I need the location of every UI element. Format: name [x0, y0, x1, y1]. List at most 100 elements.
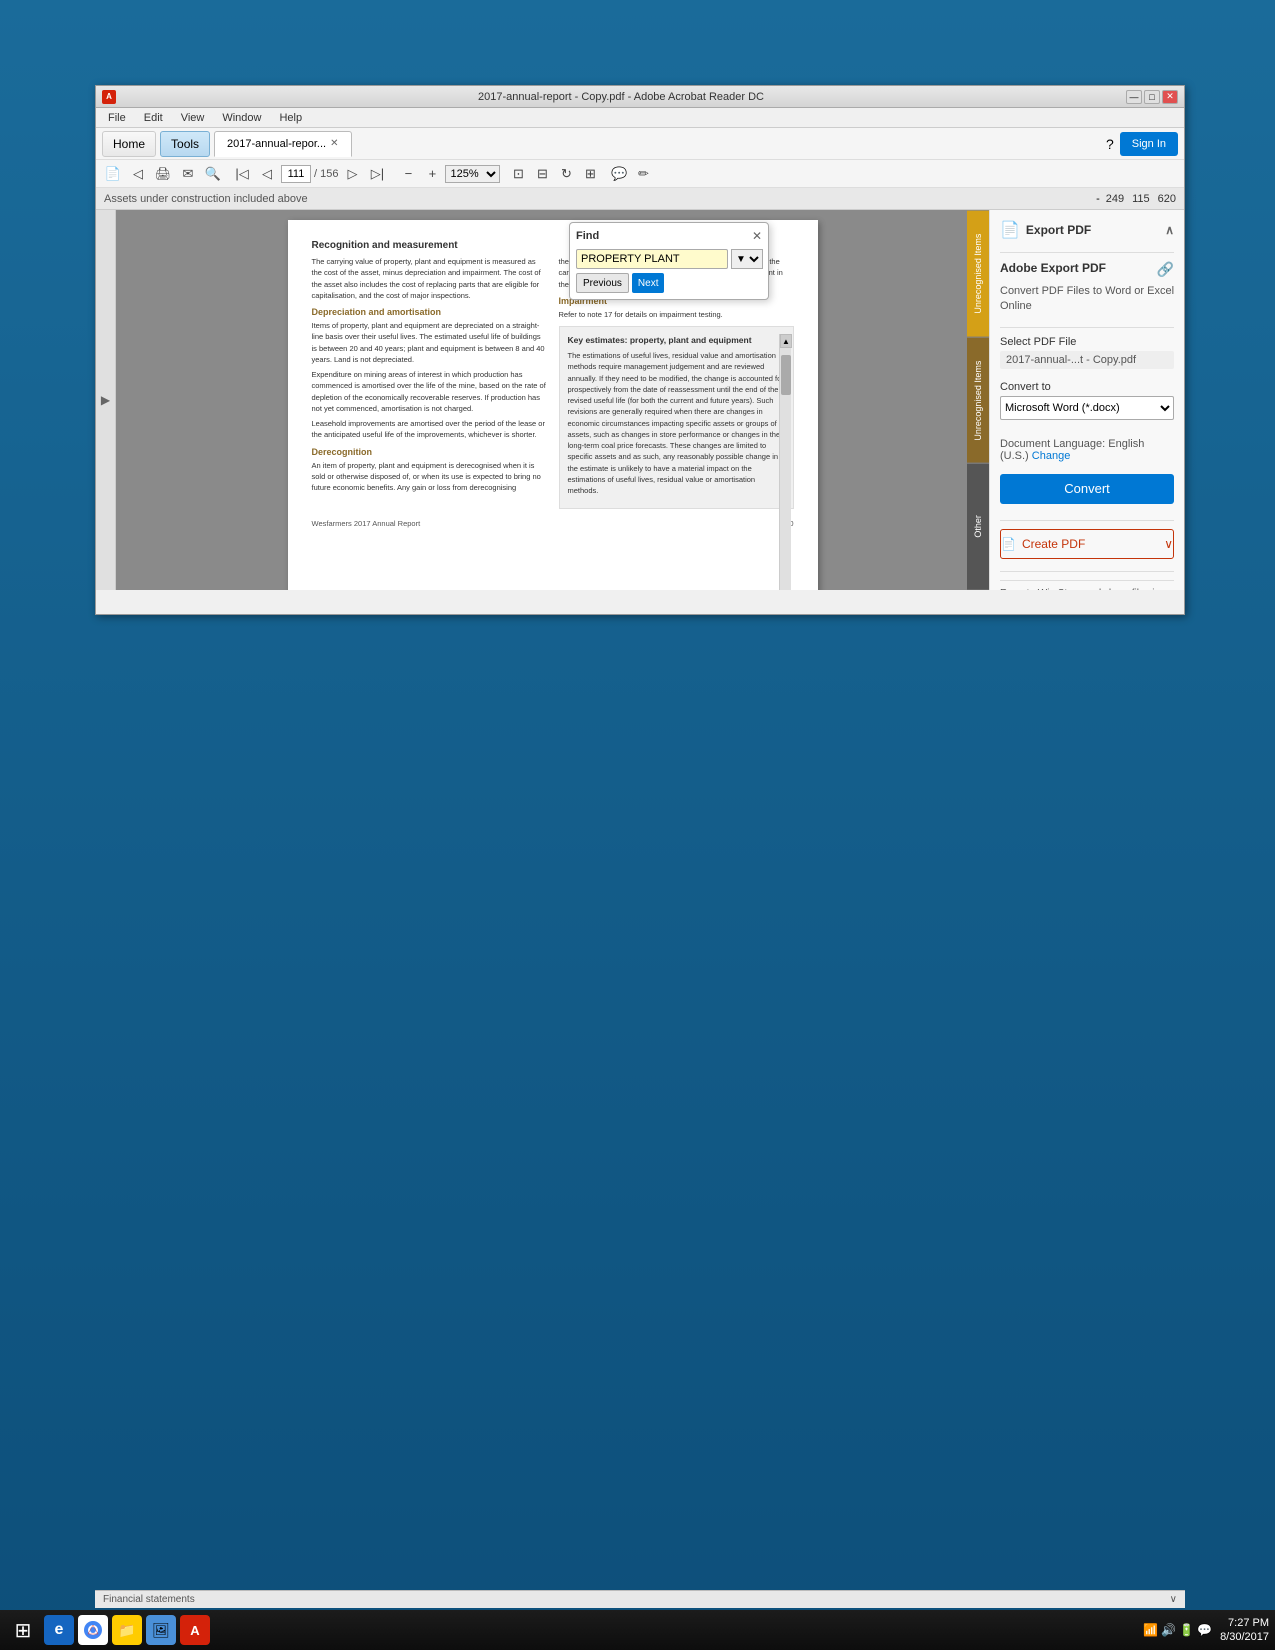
page-total-label: / 156 [314, 168, 338, 180]
rotate-icon[interactable]: ↻ [555, 163, 577, 185]
pdf-area: Find ✕ ▼ Previous Next [116, 210, 989, 590]
comment-icon[interactable]: 💬 [608, 163, 630, 185]
create-pdf-section: 📄 Create PDF ∨ [1000, 529, 1174, 559]
desktop: A 2017-annual-report - Copy.pdf - Adobe … [0, 0, 1275, 1650]
taskbar-adobe-icon[interactable]: A [180, 1615, 210, 1645]
previous-page-icon[interactable]: ◁ [127, 163, 149, 185]
tools-button[interactable]: Tools [160, 131, 210, 157]
scroll-thumb[interactable] [781, 355, 791, 395]
pdf-body-5: An item of property, plant and equipment… [312, 460, 547, 494]
adobe-export-title: Adobe Export PDF [1000, 261, 1106, 275]
find-input[interactable] [576, 249, 728, 269]
menu-edit[interactable]: Edit [136, 110, 171, 126]
close-button[interactable]: ✕ [1162, 90, 1178, 104]
menu-file[interactable]: File [100, 110, 134, 126]
signature-icon[interactable]: ✏ [632, 163, 654, 185]
help-icon[interactable]: ? [1106, 136, 1114, 152]
taskbar-explorer-icon[interactable]: 📁 [112, 1615, 142, 1645]
panel-divider-1 [1000, 252, 1174, 253]
pdf-tab[interactable]: 2017-annual-repor... ✕ [214, 131, 351, 157]
find-previous-button[interactable]: Previous [576, 273, 629, 293]
left-margin: ▶ [96, 210, 116, 590]
find-close-icon[interactable]: ✕ [752, 229, 762, 243]
first-page-icon[interactable]: |◁ [231, 163, 253, 185]
taskbar-battery-icon: 🔋 [1179, 1623, 1194, 1637]
menu-help[interactable]: Help [271, 110, 310, 126]
convert-to-label: Convert to [1000, 381, 1174, 393]
maximize-button[interactable]: □ [1144, 90, 1160, 104]
home-button[interactable]: Home [102, 131, 156, 157]
new-document-icon[interactable]: 📄 [102, 163, 124, 185]
zoom-out-icon[interactable]: − [397, 163, 419, 185]
find-bar-header: Find ✕ [576, 229, 762, 243]
pdf-section-derecognition: Derecognition [312, 447, 547, 457]
select-pdf-section: Select PDF File 2017-annual-...t - Copy.… [1000, 336, 1174, 369]
minimize-button[interactable]: — [1126, 90, 1142, 104]
pdf-body-2: Items of property, plant and equipment a… [312, 320, 547, 365]
pdf-body-1: The carrying value of property, plant an… [312, 256, 547, 301]
fit-width-icon[interactable]: ⊡ [507, 163, 529, 185]
pdf-body-right-2: Refer to note 17 for details on impairme… [559, 309, 794, 320]
start-button[interactable]: ⊞ [6, 1614, 40, 1646]
next-page-icon[interactable]: ▷ [341, 163, 363, 185]
taskbar-time-value: 7:27 PM [1220, 1616, 1269, 1630]
pdf-body-3: Expenditure on mining areas of interest … [312, 369, 547, 414]
scroll-up-button[interactable]: ▲ [780, 334, 792, 348]
title-bar: A 2017-annual-report - Copy.pdf - Adobe … [96, 86, 1184, 108]
zoom-in-icon[interactable]: + [421, 163, 443, 185]
doc-lang-label: Document Language: [1000, 438, 1105, 450]
taskbar-ie-icon[interactable]: e [44, 1615, 74, 1645]
find-next-button[interactable]: Next [632, 273, 665, 293]
find-buttons: Previous Next [576, 273, 762, 293]
panel-collapse-icon[interactable]: ∧ [1165, 223, 1174, 237]
vtab-unrecognised2[interactable]: Unrecognised Items [967, 337, 989, 464]
menu-bar: File Edit View Window Help [96, 108, 1184, 128]
doc-lang-section: Document Language: English (U.S.) Change [1000, 438, 1174, 462]
taskbar-network-icon: 📶 [1143, 1623, 1158, 1637]
marquee-zoom-icon[interactable]: ⊞ [579, 163, 601, 185]
menu-window[interactable]: Window [214, 110, 269, 126]
panel-divider-3 [1000, 520, 1174, 521]
adobe-export-link-icon[interactable]: 🔗 [1157, 261, 1174, 278]
window-controls: — □ ✕ [1126, 90, 1178, 104]
find-options-dropdown[interactable]: ▼ [731, 249, 763, 269]
menu-view[interactable]: View [173, 110, 213, 126]
nav-num-1: 249 [1106, 193, 1124, 205]
navigation-bar: Assets under construction included above… [96, 188, 1184, 210]
tab-close-icon[interactable]: ✕ [330, 138, 338, 149]
sign-in-button[interactable]: Sign In [1120, 132, 1178, 156]
vtab-other[interactable]: Other [967, 463, 989, 590]
adobe-export-desc: Convert PDF Files to Word or Excel Onlin… [1000, 284, 1174, 315]
taskbar: ⊞ e 📁 🖼 A 📶 🔊 🔋 💬 [0, 1610, 1275, 1650]
pdf-col-left: The carrying value of property, plant an… [312, 256, 547, 509]
taskbar-photos-icon[interactable]: 🖼 [146, 1615, 176, 1645]
prev-page-icon[interactable]: ◁ [256, 163, 278, 185]
create-pdf-icon: 📄 [1001, 537, 1016, 551]
nav-num-3: 620 [1158, 193, 1176, 205]
vtab-unrecognised[interactable]: Unrecognised Items [967, 210, 989, 337]
status-scroll-down[interactable]: ∨ [1170, 1594, 1177, 1605]
print-icon[interactable]: 🖨 [152, 163, 174, 185]
last-page-icon[interactable]: ▷| [366, 163, 388, 185]
promo-section: Remote Win Store and share files in the … [1000, 580, 1174, 590]
email-icon[interactable]: ✉ [177, 163, 199, 185]
nav-dash: - [1096, 193, 1100, 205]
change-lang-link[interactable]: Change [1032, 450, 1071, 462]
search-icon[interactable]: 🔍 [202, 163, 224, 185]
panel-divider-2 [1000, 327, 1174, 328]
convert-button[interactable]: Convert [1000, 474, 1174, 504]
zoom-select[interactable]: 125% 100% 75% 150% [445, 165, 500, 183]
taskbar-date-value: 8/30/2017 [1220, 1630, 1269, 1644]
taskbar-clock: 7:27 PM 8/30/2017 [1220, 1616, 1269, 1645]
page-number-input[interactable] [281, 165, 311, 183]
window-title: 2017-annual-report - Copy.pdf - Adobe Ac… [116, 91, 1126, 103]
left-arrow-icon[interactable]: ▶ [101, 393, 110, 407]
create-pdf-chevron: ∨ [1164, 537, 1173, 551]
export-pdf-section: 📄 Export PDF ∧ [1000, 220, 1174, 240]
convert-format-dropdown[interactable]: Microsoft Word (*.docx) [1000, 396, 1174, 420]
create-pdf-button[interactable]: 📄 Create PDF ∨ [1000, 529, 1174, 559]
pdf-body-4: Leasehold improvements are amortised ove… [312, 418, 547, 441]
fit-page-icon[interactable]: ⊟ [531, 163, 553, 185]
taskbar-chrome-icon[interactable] [78, 1615, 108, 1645]
right-panel: 📄 Export PDF ∧ Adobe Export PDF 🔗 Conver… [989, 210, 1184, 590]
